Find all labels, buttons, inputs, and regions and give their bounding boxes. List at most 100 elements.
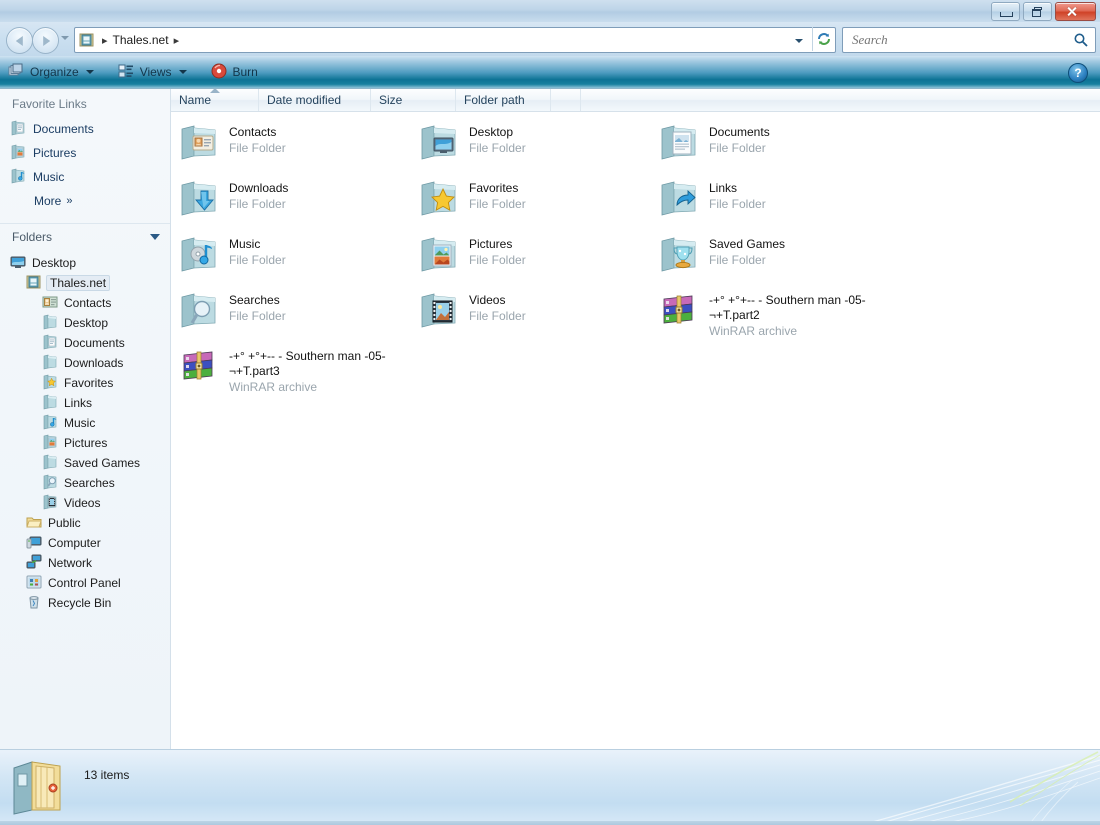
breadcrumb-thales[interactable]: Thales.net	[113, 33, 169, 47]
favorite-link-pictures[interactable]: Pictures	[0, 141, 170, 165]
tree-item-label: Contacts	[64, 296, 112, 310]
folder-icon	[42, 314, 58, 333]
help-button[interactable]: ?	[1068, 63, 1088, 83]
music-folder-icon	[42, 414, 58, 433]
tree-item-control-panel[interactable]: Control Panel	[0, 573, 170, 593]
forward-button[interactable]	[32, 27, 59, 54]
file-item[interactable]: Videos File Folder	[419, 290, 526, 330]
tree-item-label: Network	[48, 556, 93, 570]
desktop-icon	[10, 254, 26, 273]
public-folder-icon	[26, 514, 42, 533]
file-item-type: File Folder	[469, 309, 526, 323]
tree-item-favorites[interactable]: Favorites	[0, 373, 170, 393]
views-button[interactable]: Views	[110, 56, 195, 88]
downloads-folder-icon	[179, 178, 219, 218]
organize-button[interactable]: Organize	[0, 56, 102, 88]
file-item[interactable]: -+° +°+-- - Southern man -05- ¬+T.part2 W…	[659, 290, 884, 339]
chevron-down-icon[interactable]	[150, 234, 160, 240]
refresh-button[interactable]	[812, 27, 835, 51]
burn-button[interactable]: Burn	[203, 56, 266, 88]
tree-item-downloads[interactable]: Downloads	[0, 353, 170, 373]
tree-item-label: Public	[48, 516, 81, 530]
back-button[interactable]	[6, 27, 33, 54]
pictures-folder-icon	[10, 144, 26, 163]
tree-item-label: Desktop	[64, 316, 109, 330]
file-item[interactable]: Saved Games File Folder	[659, 234, 785, 274]
tree-item-desktop[interactable]: Desktop	[0, 313, 170, 333]
address-dropdown-icon[interactable]	[795, 39, 803, 43]
tree-item-label: Recycle Bin	[48, 596, 112, 610]
file-item-type: WinRAR archive	[709, 324, 798, 338]
tree-item-music[interactable]: Music	[0, 413, 170, 433]
maximize-button[interactable]	[1023, 2, 1052, 21]
forward-arrow-icon	[42, 35, 50, 46]
tree-item-saved-games[interactable]: Saved Games	[0, 453, 170, 473]
search-input[interactable]	[850, 31, 1054, 49]
videos-folder-icon	[42, 494, 58, 513]
tree-item-pictures[interactable]: Pictures	[0, 433, 170, 453]
column-header-name[interactable]: Name	[171, 88, 259, 111]
file-item-type: WinRAR archive	[229, 380, 318, 394]
explorer-window: ▸ Thales.net ▸ Search Organize Views Bur…	[0, 0, 1100, 825]
file-item[interactable]: Pictures File Folder	[419, 234, 526, 274]
views-label: Views	[139, 65, 172, 79]
tree-item-searches[interactable]: Searches	[0, 473, 170, 493]
column-header-date-modified[interactable]: Date modified	[259, 89, 371, 111]
file-item-type: File Folder	[229, 253, 286, 267]
desktop-folder-icon	[419, 122, 459, 162]
file-item-name: Favorites	[469, 181, 519, 195]
file-item[interactable]: Searches File Folder	[179, 290, 286, 330]
file-item[interactable]: Music File Folder	[179, 234, 286, 274]
tree-item-recycle-bin[interactable]: Recycle Bin	[0, 593, 170, 613]
file-item[interactable]: -+° +°+-- - Southern man -05- ¬+T.part3 W…	[179, 346, 404, 395]
column-header-blank[interactable]	[551, 89, 581, 111]
search-box[interactable]	[842, 27, 1096, 53]
more-chevron-icon: »	[66, 195, 73, 207]
contacts-folder-icon	[42, 294, 58, 313]
column-header-folder-path[interactable]: Folder path	[456, 89, 551, 111]
status-bar-footer	[0, 821, 1100, 825]
file-item[interactable]: Downloads File Folder	[179, 178, 288, 218]
file-item-type: File Folder	[469, 197, 526, 211]
more-links-button[interactable]: More »	[0, 189, 170, 213]
file-item[interactable]: Contacts File Folder	[179, 122, 286, 162]
file-item[interactable]: Documents File Folder	[659, 122, 770, 162]
column-header-size[interactable]: Size	[371, 89, 456, 111]
favorites-folder-icon	[419, 178, 459, 218]
music-folder-icon	[10, 168, 26, 187]
file-item-name: Contacts	[229, 125, 277, 139]
address-bar[interactable]: ▸ Thales.net ▸	[74, 27, 836, 53]
close-button[interactable]	[1055, 2, 1096, 21]
file-item[interactable]: Desktop File Folder	[419, 122, 526, 162]
tree-item-documents[interactable]: Documents	[0, 333, 170, 353]
file-item[interactable]: Favorites File Folder	[419, 178, 526, 218]
tree-item-contacts[interactable]: Contacts	[0, 293, 170, 313]
minimize-button[interactable]	[991, 2, 1020, 21]
tree-item-thales-net[interactable]: Thales.net	[0, 273, 170, 293]
tree-item-computer[interactable]: Computer	[0, 533, 170, 553]
tree-item-network[interactable]: Network	[0, 553, 170, 573]
history-dropdown-icon[interactable]	[61, 36, 69, 40]
pictures-folder-icon	[419, 234, 459, 274]
tree-item-links[interactable]: Links	[0, 393, 170, 413]
maximize-icon	[1032, 7, 1042, 17]
tree-item-public[interactable]: Public	[0, 513, 170, 533]
file-item-type: File Folder	[469, 141, 526, 155]
tree-item-label: Control Panel	[48, 576, 121, 590]
breadcrumb-separator-trailing[interactable]: ▸	[174, 34, 180, 47]
navigation-pane: Favorite Links Documents Pictures Music Mo…	[0, 89, 171, 749]
searches-folder-icon	[179, 290, 219, 330]
videos-folder-icon	[419, 290, 459, 330]
tree-item-videos[interactable]: Videos	[0, 493, 170, 513]
favorite-link-music[interactable]: Music	[0, 165, 170, 189]
folders-header[interactable]: Folders	[0, 223, 170, 250]
favorite-link-documents[interactable]: Documents	[0, 117, 170, 141]
tree-item-desktop[interactable]: Desktop	[0, 253, 170, 273]
network-folder-icon	[26, 274, 42, 293]
tree-item-label: Documents	[64, 336, 125, 350]
file-item[interactable]: Links File Folder	[659, 178, 766, 218]
explorer-body: Favorite Links Documents Pictures Music Mo…	[0, 88, 1100, 749]
tree-item-label: Desktop	[32, 256, 77, 270]
file-item-type: File Folder	[709, 253, 766, 267]
file-item-name: Links	[709, 181, 738, 195]
